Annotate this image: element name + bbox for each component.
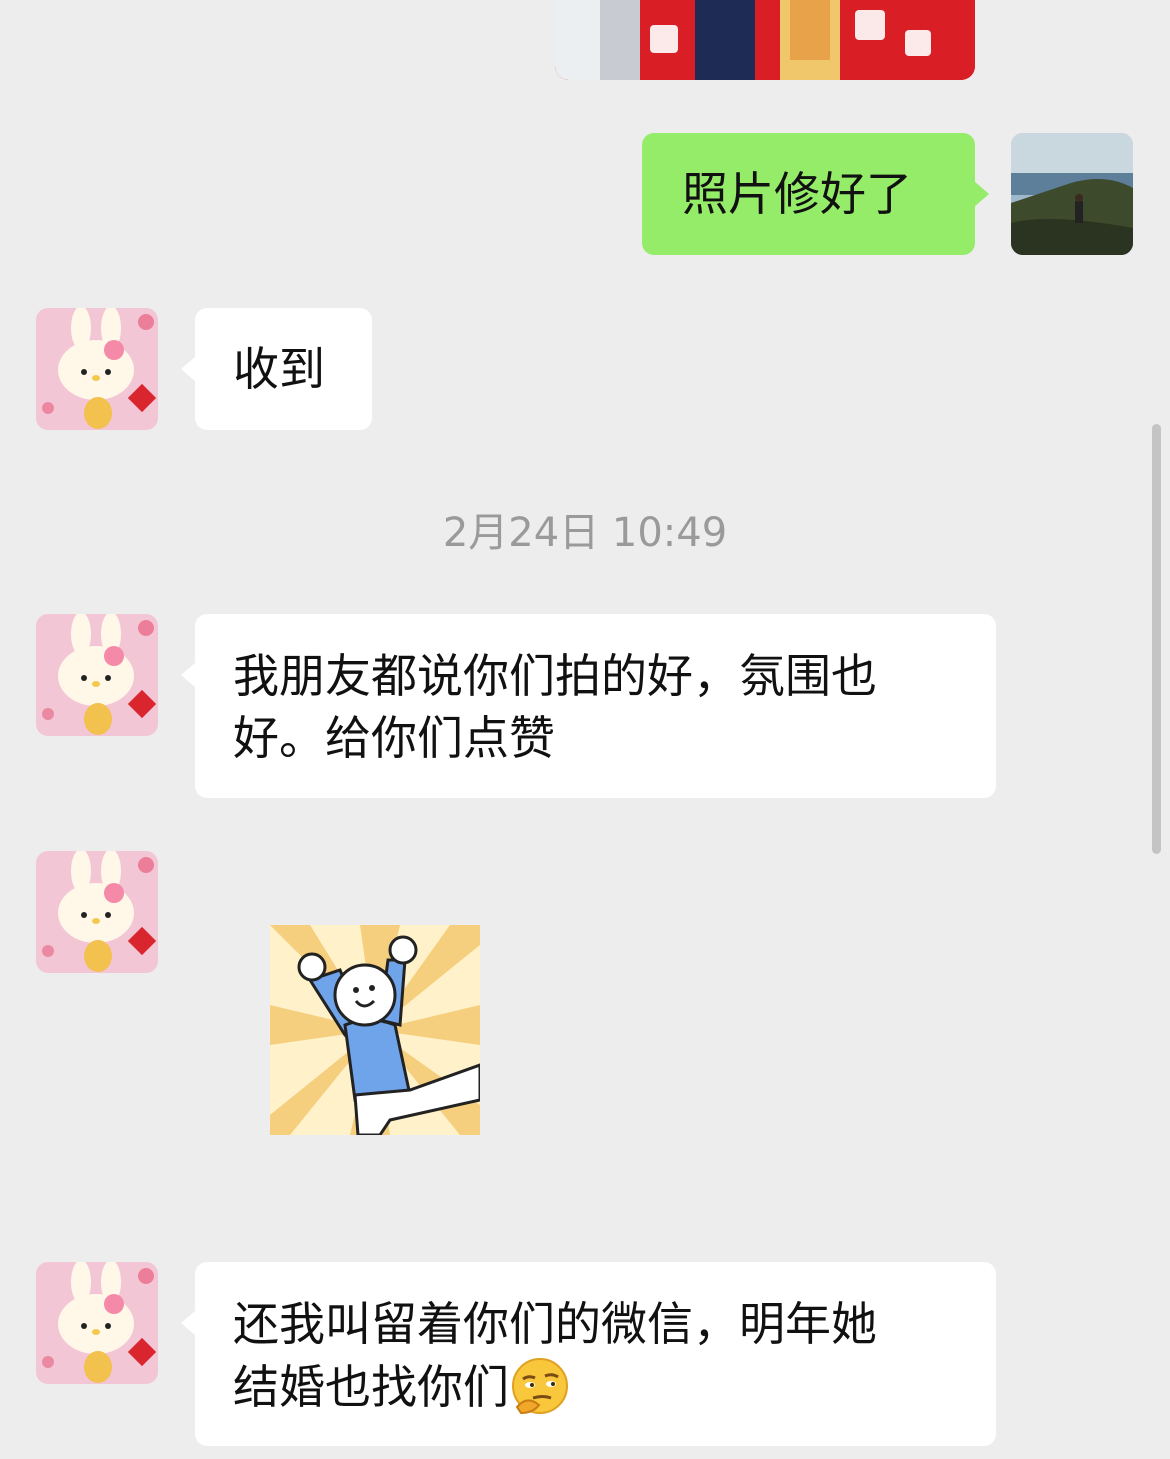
outgoing-message-bubble[interactable]: 照片修好了 [642,133,989,255]
bubble-tail [181,662,196,688]
hello-kitty-avatar-image [36,614,158,736]
contact-avatar[interactable] [36,851,158,973]
incoming-message-bubble[interactable]: 还我叫留着你们的微信，明年她 结婚也找你们 [181,1262,996,1446]
sticker-message[interactable] [270,925,482,1137]
contact-avatar[interactable] [36,1262,158,1384]
incoming-message-bubble[interactable]: 我朋友都说你们拍的好，氛围也 好。给你们点赞 [181,614,996,798]
cheering-stick-figure-sticker [270,925,482,1137]
message-text-line: 我朋友都说你们拍的好，氛围也 [233,649,877,703]
self-avatar[interactable] [1011,133,1133,255]
hello-kitty-avatar-image [36,851,158,973]
bubble-tail [181,356,196,382]
hello-kitty-avatar-image [36,1262,158,1384]
landscape-avatar-image [1011,133,1133,255]
message-text-line: 结婚也找你们 [233,1355,958,1418]
shared-photo-message[interactable] [555,0,975,80]
incoming-message-bubble[interactable]: 收到 [181,308,372,430]
bubble-tail [181,1310,196,1336]
thinking-smirk-emoji-icon [509,1355,571,1417]
contact-avatar[interactable] [36,308,158,430]
message-text: 收到 [233,342,325,396]
bubble-tail [974,181,989,207]
wedding-photo-image [555,0,975,80]
message-text-line: 好。给你们点赞 [233,711,555,765]
hello-kitty-avatar-image [36,308,158,430]
message-text: 照片修好了 [682,167,912,221]
chat-scrollbar[interactable] [1152,424,1161,854]
chat-timestamp: 2月24日 10:49 [442,510,728,556]
message-text-line: 还我叫留着你们的微信，明年她 [233,1297,877,1351]
contact-avatar[interactable] [36,614,158,736]
message-text: 结婚也找你们 [233,1360,509,1414]
